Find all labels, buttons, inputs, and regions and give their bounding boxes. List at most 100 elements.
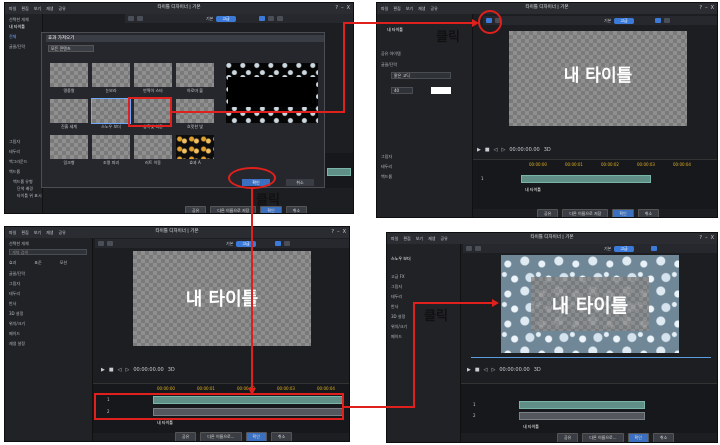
cancel-button[interactable]: 취소 <box>285 206 308 213</box>
menu-view[interactable]: 보기 <box>34 230 41 236</box>
menu-edit[interactable]: 편집 <box>21 230 28 236</box>
side-item[interactable]: 그림자 <box>9 139 20 145</box>
stop-icon[interactable]: ■ <box>485 147 490 153</box>
tab-all[interactable]: 전체 <box>9 34 16 40</box>
toolbar-btn[interactable] <box>137 16 143 21</box>
share-button[interactable]: 공유 <box>537 209 559 217</box>
font-size-field[interactable]: 40 <box>391 87 413 94</box>
side-item[interactable]: 재생 설정 <box>9 341 25 347</box>
menu-play[interactable]: 재생 <box>428 236 435 242</box>
prev-frame-icon[interactable]: ◁ <box>484 367 488 373</box>
side-item[interactable]: 테두리 <box>381 164 392 170</box>
object-name[interactable]: 내 타이틀 <box>387 27 403 33</box>
side-item[interactable]: 페이드 <box>9 331 20 337</box>
effect-thumb[interactable] <box>92 135 130 159</box>
play-icon[interactable]: ▶ <box>467 367 471 373</box>
confirm-button[interactable]: 확인 <box>612 209 634 217</box>
help-button[interactable]: ? <box>335 5 338 11</box>
object-name[interactable]: 내 타이틀 <box>9 24 25 30</box>
menu-share[interactable]: 공유 <box>59 6 66 12</box>
side-item[interactable]: 페이드 <box>391 334 402 340</box>
menu-share[interactable]: 공유 <box>59 230 66 236</box>
side-item[interactable]: 그림자 <box>391 284 402 290</box>
timeline-clip-snow[interactable]: 스노우 보더 <box>519 401 645 418</box>
object-name[interactable]: 스노우 보더 <box>391 256 411 262</box>
side-item[interactable]: 글꼴/단락 <box>381 62 397 68</box>
menu-edit[interactable]: 편집 <box>393 6 400 12</box>
effect-thumb[interactable] <box>176 63 214 87</box>
toolbar-btn[interactable] <box>654 18 661 23</box>
tab-effects[interactable]: 효과 <box>9 260 16 266</box>
3d-icon[interactable]: 3D <box>168 367 175 373</box>
toolbar-btn[interactable] <box>98 241 104 246</box>
cancel-button[interactable]: 취소 <box>637 209 660 217</box>
effect-thumb[interactable] <box>50 63 88 87</box>
effect-thumb-selected[interactable] <box>91 98 131 124</box>
side-item[interactable]: 백드롭 <box>381 174 392 180</box>
share-button[interactable]: 공유 <box>185 206 207 213</box>
tab-standard[interactable]: 표준 <box>34 260 41 266</box>
side-item[interactable]: 테두리 <box>9 291 20 297</box>
confirm-button[interactable]: 확인 <box>627 433 649 442</box>
dialog-dropdown[interactable]: 모든 콘텐츠 <box>48 45 94 52</box>
side-item[interactable]: 고급 FX <box>391 274 405 280</box>
next-frame-icon[interactable]: ▷ <box>125 367 129 373</box>
menu-view[interactable]: 보기 <box>406 6 413 12</box>
side-item[interactable]: 위치/크기 <box>9 321 25 327</box>
toolbar-btn[interactable] <box>475 246 481 251</box>
preview-title-text[interactable]: 내 타이틀 <box>501 291 679 318</box>
toolbar-btn[interactable] <box>258 16 265 21</box>
side-item[interactable]: 공유 아이템 <box>381 51 401 57</box>
minimize-button[interactable]: – <box>341 5 344 11</box>
mode-advanced-tab[interactable]: 고급 <box>216 15 236 22</box>
side-item[interactable]: 테두리 <box>9 149 20 155</box>
minimize-button[interactable]: – <box>705 235 708 241</box>
menu-edit[interactable]: 편집 <box>21 6 28 12</box>
backdrop-item[interactable]: 단색 배경 <box>17 186 33 192</box>
toolbar-btn[interactable] <box>128 16 134 21</box>
play-icon[interactable]: ▶ <box>101 367 105 373</box>
tab-motion[interactable]: 모션 <box>60 260 67 266</box>
confirm-button[interactable]: 확인 <box>245 432 267 441</box>
effect-thumb[interactable] <box>92 63 130 87</box>
effect-thumb[interactable] <box>134 63 172 87</box>
prev-frame-icon[interactable]: ◁ <box>494 147 498 153</box>
menu-share[interactable]: 공유 <box>441 236 448 242</box>
side-item[interactable]: 글꼴/단락 <box>9 44 25 50</box>
toolbar-btn[interactable] <box>267 16 274 21</box>
close-button[interactable]: X <box>711 5 714 11</box>
side-item[interactable]: 3D 설정 <box>391 314 405 320</box>
effect-thumb[interactable] <box>176 135 214 159</box>
close-button[interactable]: X <box>711 235 714 241</box>
save-as-button[interactable]: 다른 이름으로 저장 <box>210 206 257 213</box>
minimize-button[interactable]: – <box>337 229 340 235</box>
toolbar-btn[interactable] <box>107 241 113 246</box>
menu-view[interactable]: 보기 <box>416 236 423 242</box>
mode-advanced-tab[interactable]: 고급 <box>614 245 634 252</box>
menu-file[interactable]: 파일 <box>9 230 16 236</box>
menu-edit[interactable]: 편집 <box>403 236 410 242</box>
menu-play[interactable]: 재생 <box>46 230 53 236</box>
help-button[interactable]: ? <box>699 5 702 11</box>
backdrop-item[interactable]: 타이틀 위 표시 <box>17 193 42 199</box>
toolbar-btn[interactable] <box>466 246 472 251</box>
prev-frame-icon[interactable]: ◁ <box>118 367 122 373</box>
cancel-button[interactable]: 취소 <box>652 433 675 442</box>
3d-icon[interactable]: 3D <box>534 367 541 373</box>
side-item[interactable]: 테두리 <box>391 294 402 300</box>
menu-share[interactable]: 공유 <box>431 6 438 12</box>
timeline-clip[interactable]: 내 타이틀 <box>521 175 651 192</box>
play-icon[interactable]: ▶ <box>477 147 481 153</box>
mode-basic-tab[interactable]: 기본 <box>226 241 233 247</box>
stop-icon[interactable]: ■ <box>109 367 114 373</box>
toolbar-btn[interactable] <box>276 16 283 21</box>
3d-icon[interactable]: 3D <box>544 147 551 153</box>
menu-play[interactable]: 재생 <box>418 6 425 12</box>
effect-thumb[interactable] <box>50 135 88 159</box>
font-select[interactable]: 맑은 고딕 <box>391 72 451 79</box>
mode-basic-tab[interactable]: 기본 <box>604 18 611 24</box>
effect-thumb[interactable] <box>134 135 172 159</box>
dialog-cancel-button[interactable]: 취소 <box>286 179 314 186</box>
effect-thumb[interactable] <box>50 99 88 123</box>
toolbar-btn[interactable] <box>283 241 290 246</box>
